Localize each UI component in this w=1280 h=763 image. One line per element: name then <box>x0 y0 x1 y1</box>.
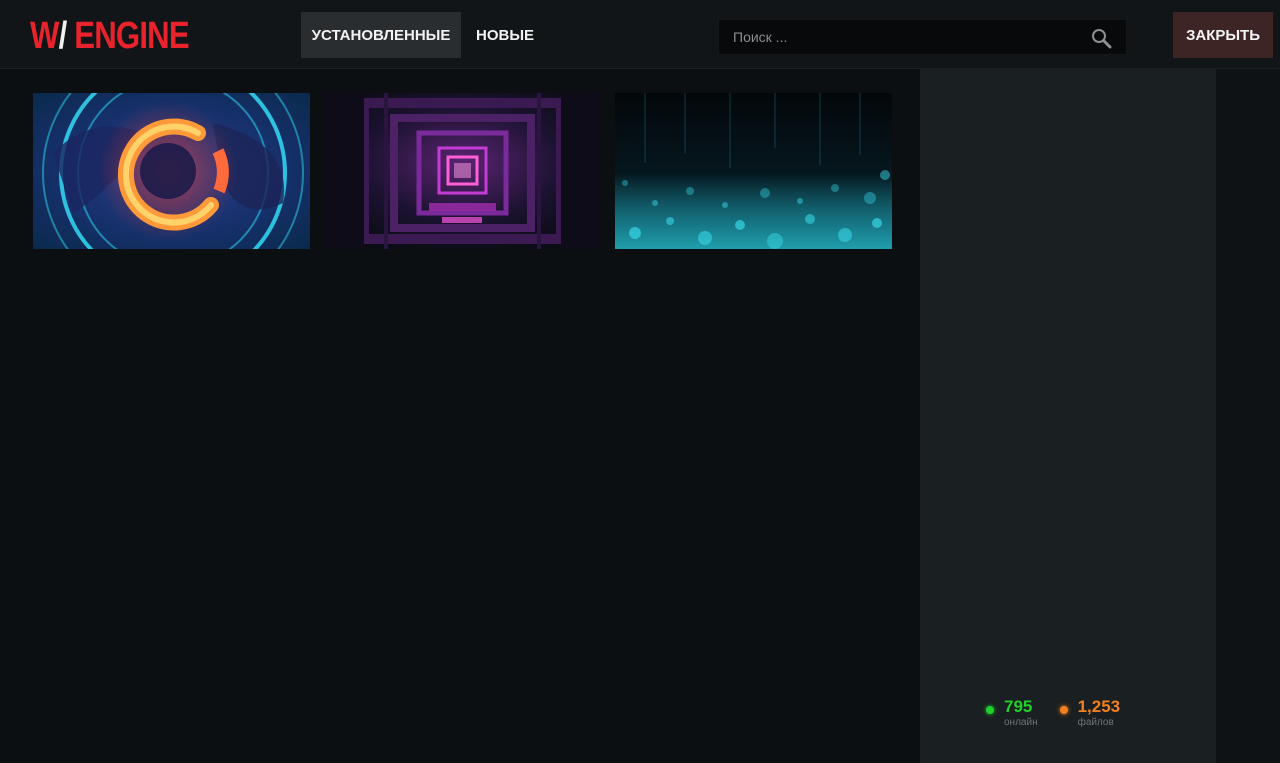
wallpaper-card-neon-corridor[interactable] <box>324 93 601 249</box>
tab-installed[interactable]: УСТАНОВЛЕННЫЕ <box>301 12 461 58</box>
search-icon[interactable] <box>1090 27 1112 49</box>
online-label: онлайн <box>1004 717 1038 728</box>
online-stat: 795 онлайн <box>986 698 1038 728</box>
wallpaper-card-neon-ring[interactable] <box>33 93 310 249</box>
files-label: файлов <box>1077 717 1114 728</box>
wallpaper-engine-window: W/ ENGINE УСТАНОВЛЕННЫЕ НОВЫЕ ЗАКРЫТЬ <box>0 0 1280 763</box>
wallpaper-thumbnail-neon-corridor <box>324 93 601 249</box>
search-box <box>718 19 1127 55</box>
wallpaper-thumbnail-cyan-particles <box>615 93 892 249</box>
tab-new[interactable]: НОВЫЕ <box>461 12 549 58</box>
details-panel: 795 онлайн 1,253 файлов <box>920 69 1216 763</box>
app-logo: W/ ENGINE <box>30 14 190 58</box>
files-count: 1,253 <box>1077 697 1121 716</box>
stats-bar: 795 онлайн 1,253 файлов <box>986 698 1120 728</box>
logo-name: ENGINE <box>74 15 189 57</box>
files-stat: 1,253 файлов <box>1059 697 1121 728</box>
close-button[interactable]: ЗАКРЫТЬ <box>1173 12 1273 58</box>
search-input[interactable] <box>719 20 1079 54</box>
wallpaper-card-cyan-particles[interactable] <box>615 93 892 249</box>
logo-slash: / <box>58 15 68 57</box>
files-status-icon <box>1059 706 1068 714</box>
wallpaper-browser <box>0 69 920 763</box>
online-status-icon <box>986 706 994 714</box>
wallpaper-thumbnail-neon-ring <box>33 93 310 249</box>
logo-prefix: W <box>30 15 59 57</box>
top-bar: W/ ENGINE УСТАНОВЛЕННЫЕ НОВЫЕ ЗАКРЫТЬ <box>0 0 1280 69</box>
online-count: 795 <box>1004 697 1033 716</box>
wallpaper-grid <box>33 93 892 249</box>
right-gutter <box>1216 69 1280 763</box>
